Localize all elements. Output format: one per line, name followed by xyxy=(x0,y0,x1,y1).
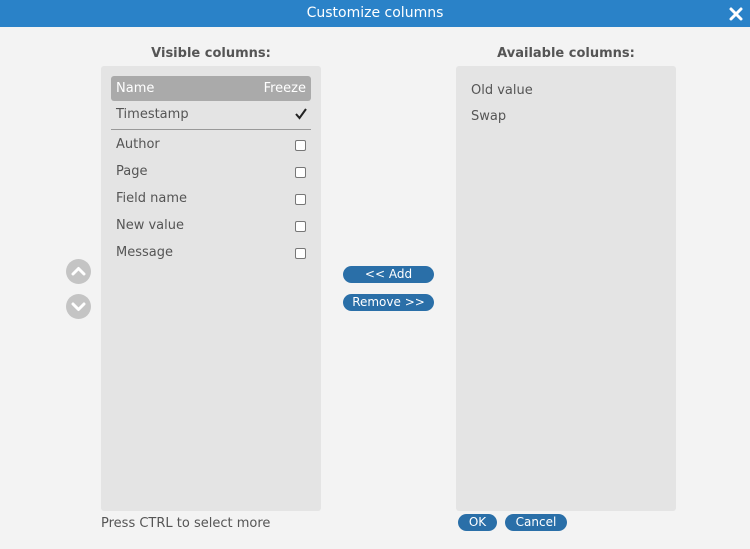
available-columns-title: Available columns: xyxy=(497,46,635,61)
ok-button[interactable]: OK xyxy=(458,514,497,531)
close-icon[interactable] xyxy=(728,5,744,21)
freeze-checkbox[interactable] xyxy=(295,221,306,232)
freeze-checkbox[interactable] xyxy=(295,194,306,205)
column-label: New value xyxy=(116,218,184,233)
cancel-button[interactable]: Cancel xyxy=(505,514,567,531)
column-row-timestamp[interactable]: Timestamp xyxy=(116,105,307,127)
move-up-button[interactable] xyxy=(66,259,91,284)
column-row-field-name[interactable]: Field name xyxy=(116,189,306,211)
available-item-swap[interactable]: Swap xyxy=(471,109,506,124)
available-item-old-value[interactable]: Old value xyxy=(471,83,533,98)
column-row-page[interactable]: Page xyxy=(116,162,306,184)
title-bar: Customize columns xyxy=(0,0,750,27)
visible-columns-list[interactable]: Name Freeze Timestamp Author Page Field … xyxy=(101,66,321,511)
column-label: Field name xyxy=(116,191,188,206)
selection-hint: Press CTRL to select more xyxy=(101,516,271,531)
move-down-button[interactable] xyxy=(66,294,91,319)
frozen-divider xyxy=(111,129,311,130)
add-button[interactable]: << Add xyxy=(343,266,434,283)
column-row-author[interactable]: Author xyxy=(116,135,306,157)
column-label: Page xyxy=(116,164,148,179)
header-name: Name xyxy=(116,81,155,96)
freeze-checkbox[interactable] xyxy=(295,248,306,259)
column-row-new-value[interactable]: New value xyxy=(116,216,306,238)
list-header: Name Freeze xyxy=(111,76,311,101)
freeze-checkbox[interactable] xyxy=(295,140,306,151)
visible-columns-title: Visible columns: xyxy=(151,46,271,61)
available-columns-list[interactable]: Old value Swap xyxy=(456,66,676,511)
checkmark-icon xyxy=(295,108,307,120)
freeze-checkbox[interactable] xyxy=(295,108,307,121)
dialog-title: Customize columns xyxy=(306,5,444,21)
column-row-message[interactable]: Message xyxy=(116,243,306,265)
column-label: Timestamp xyxy=(116,107,189,122)
remove-button[interactable]: Remove >> xyxy=(343,294,434,311)
freeze-checkbox[interactable] xyxy=(295,167,306,178)
chevron-down-icon xyxy=(71,302,86,311)
column-label: Author xyxy=(116,137,160,152)
column-label: Message xyxy=(116,245,173,260)
header-freeze: Freeze xyxy=(263,81,306,96)
chevron-up-icon xyxy=(71,267,86,276)
